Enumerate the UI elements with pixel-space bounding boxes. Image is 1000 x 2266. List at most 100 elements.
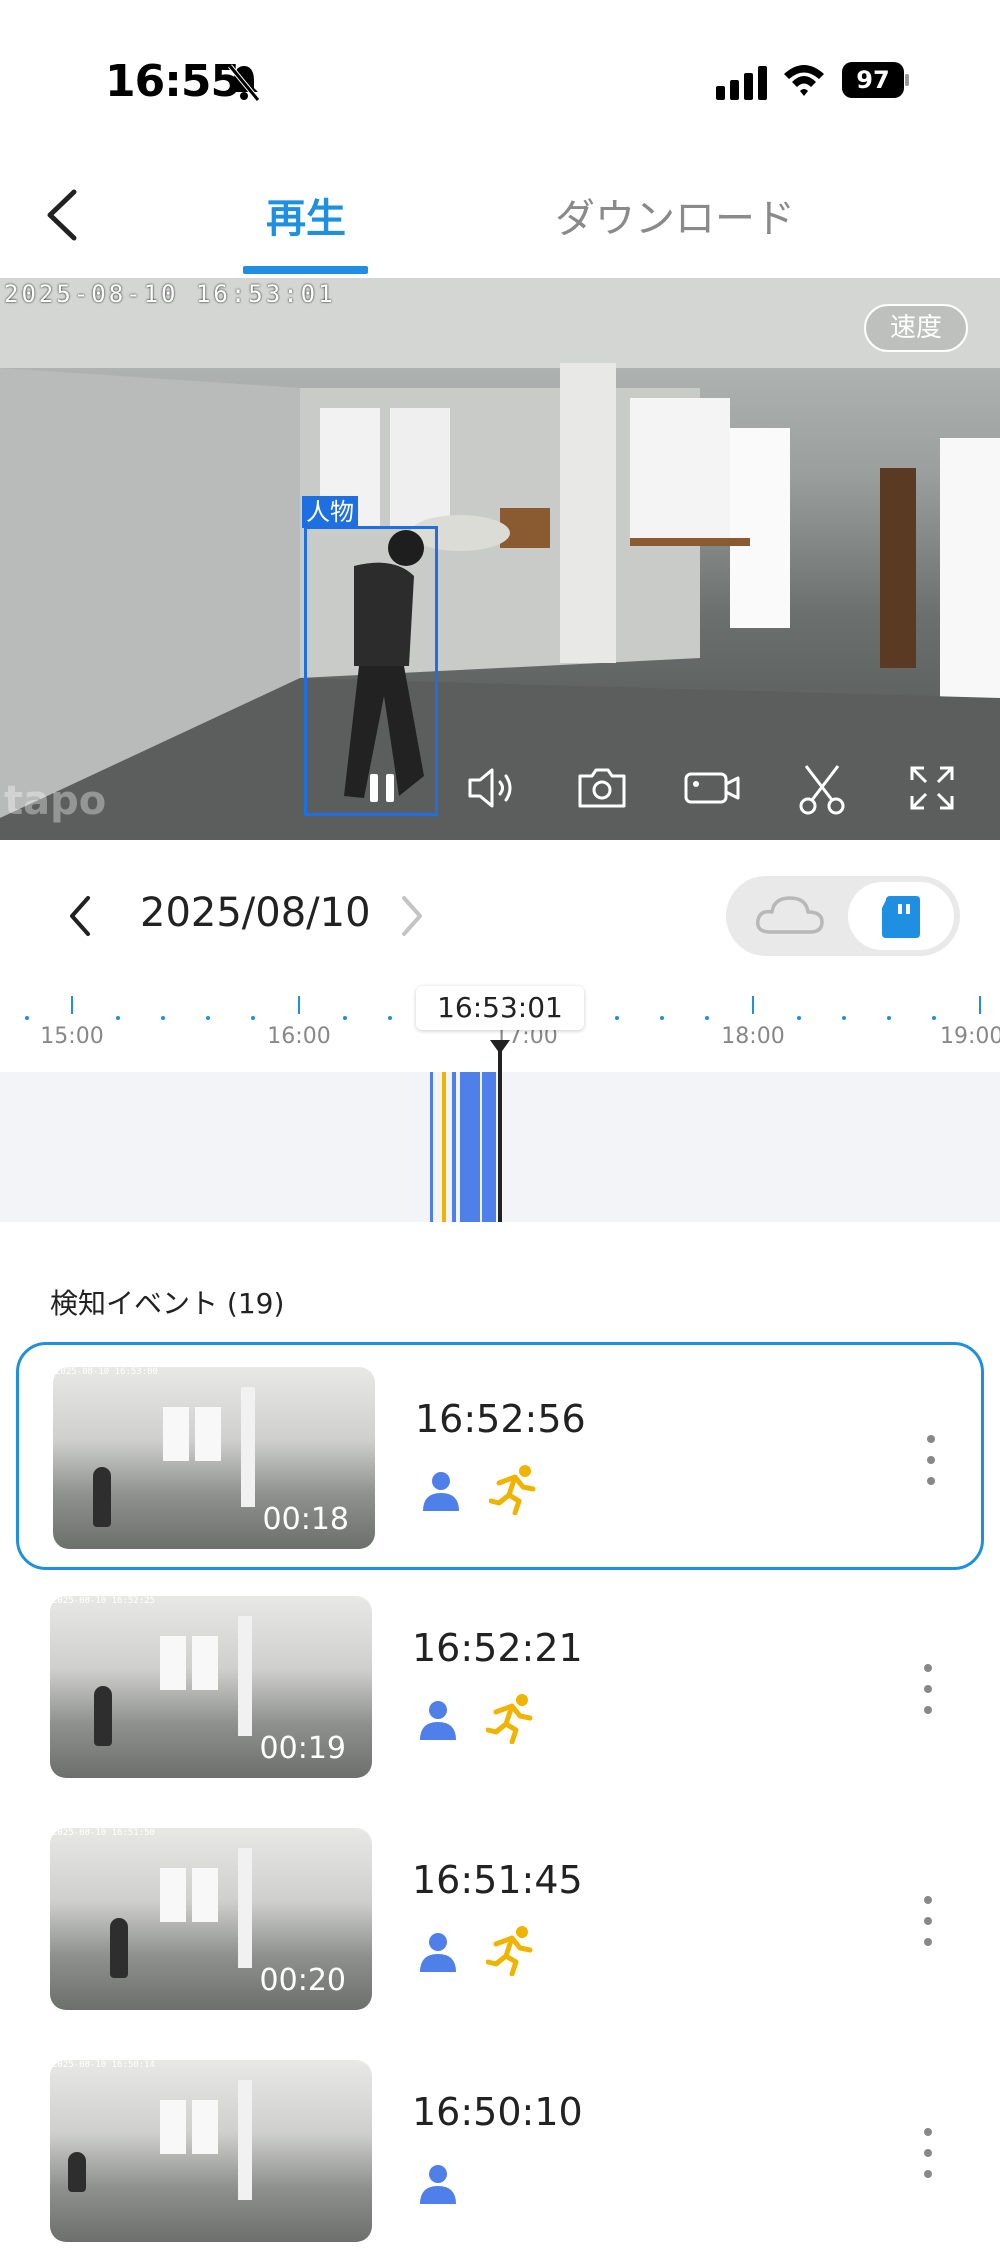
tab-playback[interactable]: 再生: [236, 186, 376, 244]
next-day-button[interactable]: [392, 888, 432, 944]
thumbnail-window: [163, 1407, 189, 1461]
pause-icon[interactable]: [352, 758, 412, 818]
video-player[interactable]: 2025-08-10 16:53:01 速度 人物 tapo: [0, 278, 1000, 840]
thumbnail-pillar: [238, 1616, 252, 1736]
timeline-minor-tick: [206, 1016, 210, 1020]
person-icon: [420, 1933, 456, 1972]
events-title: 検知イベント (19): [50, 1287, 285, 1320]
bell-muted-icon: [228, 64, 260, 102]
event-thumbnail[interactable]: 2025-08-10 16:52:25 00:19: [50, 1596, 372, 1778]
timeline-minor-tick: [343, 1016, 347, 1020]
event-item[interactable]: 2025-08-10 16:51:50 00:20 16:51:45: [16, 1806, 984, 2034]
more-options-icon[interactable]: [916, 1662, 940, 1716]
current-time-bubble: 16:53:01: [416, 986, 584, 1030]
thumbnail-person: [94, 1686, 112, 1746]
timeline-minor-tick: [932, 1016, 936, 1020]
timeline-minor-tick: [25, 1016, 29, 1020]
back-button[interactable]: [36, 180, 86, 250]
recording-segment: [430, 1072, 433, 1222]
event-thumbnail[interactable]: 2025-08-10 16:53:00 00:18: [53, 1367, 375, 1549]
cellular-signal-icon: [716, 66, 767, 100]
tapo-watermark: tapo: [4, 778, 107, 824]
more-options-icon[interactable]: [916, 1894, 940, 1948]
wifi-icon: [784, 65, 824, 96]
cloud-icon[interactable]: [750, 888, 830, 944]
detection-label: 人物: [302, 496, 358, 528]
current-date[interactable]: 2025/08/10: [140, 890, 371, 936]
thumbnail-pillar: [241, 1387, 255, 1507]
recording-segment: [452, 1072, 456, 1222]
thumbnail-timestamp: 2025-08-10 16:50:14: [52, 2060, 155, 2070]
thumbnail-timestamp: 2025-08-10 16:53:00: [55, 1367, 158, 1377]
motion-icon: [489, 1465, 536, 1515]
timeline-minor-tick: [842, 1016, 846, 1020]
thumbnail-pillar: [238, 2080, 252, 2200]
event-duration: 00:18: [262, 1502, 349, 1537]
event-time: 16:52:56: [415, 1397, 586, 1441]
timeline-minor-tick: [388, 1016, 392, 1020]
timeline-major-tick: [298, 996, 300, 1014]
person-icon: [420, 2165, 456, 2204]
thumbnail-window: [192, 2100, 218, 2154]
previous-day-button[interactable]: [60, 888, 100, 944]
event-item[interactable]: 2025-08-10 16:53:00 00:18 16:52:56: [16, 1342, 984, 1570]
battery-indicator: 97: [842, 62, 910, 98]
event-item[interactable]: 2025-08-10 16:52:25 00:19 16:52:21: [16, 1574, 984, 1802]
event-time: 16:50:10: [412, 2090, 583, 2134]
speed-button[interactable]: 速度: [864, 304, 968, 352]
person-icon: [420, 1701, 456, 1740]
person-icon: [423, 1472, 459, 1511]
event-duration: 00:19: [259, 1731, 346, 1766]
thumbnail-person: [93, 1467, 111, 1527]
motion-icon: [486, 1694, 533, 1744]
timeline-major-tick: [979, 996, 981, 1014]
thumbnail-window: [160, 2100, 186, 2154]
volume-icon[interactable]: [462, 758, 522, 818]
thumbnail-window: [192, 1636, 218, 1690]
status-bar: 16:55 97: [0, 0, 1000, 160]
timeline-minor-tick: [705, 1016, 709, 1020]
video-timestamp: 2025-08-10 16:53:01: [4, 280, 336, 308]
tab-download[interactable]: ダウンロード: [540, 186, 810, 244]
timeline-playhead[interactable]: [498, 1040, 502, 1222]
scissors-icon[interactable]: [792, 758, 852, 818]
fullscreen-icon[interactable]: [902, 758, 962, 818]
timeline-major-tick: [71, 996, 73, 1014]
battery-level: 97: [842, 62, 904, 98]
motion-icon: [486, 1926, 533, 1976]
event-time: 16:52:21: [412, 1626, 583, 1670]
timeline-minor-tick: [251, 1016, 255, 1020]
thumbnail-window: [160, 1636, 186, 1690]
event-duration: 00:20: [259, 1963, 346, 1998]
timeline-minor-tick: [660, 1016, 664, 1020]
thumbnail-window: [160, 1868, 186, 1922]
battery-nub: [905, 74, 909, 86]
timeline-label: 16:00: [267, 1024, 331, 1049]
thumbnail-pillar: [238, 1848, 252, 1968]
more-options-icon[interactable]: [919, 1433, 943, 1487]
timeline-minor-tick: [615, 1016, 619, 1020]
event-thumbnail[interactable]: 2025-08-10 16:51:50 00:20: [50, 1828, 372, 2010]
camera-icon[interactable]: [572, 758, 632, 818]
motion-segment: [442, 1072, 446, 1222]
timeline-minor-tick: [797, 1016, 801, 1020]
sd-card-option[interactable]: [848, 882, 954, 950]
event-item[interactable]: 2025-08-10 16:50:14 16:50:10: [16, 2038, 984, 2266]
timeline-label: 19:00: [940, 1024, 1000, 1049]
record-icon[interactable]: [682, 758, 742, 818]
video-frame: [0, 278, 1000, 840]
timeline-label: 15:00: [40, 1024, 104, 1049]
status-time: 16:55: [105, 56, 241, 107]
more-options-icon[interactable]: [916, 2126, 940, 2180]
active-tab-indicator: [243, 266, 368, 274]
sd-card-icon: [882, 896, 920, 938]
thumbnail-person: [68, 2152, 86, 2192]
recording-segment: [460, 1072, 480, 1222]
playhead-marker-icon: [490, 1040, 510, 1054]
thumbnail-person: [110, 1918, 128, 1978]
event-thumbnail[interactable]: 2025-08-10 16:50:14: [50, 2060, 372, 2242]
storage-source-toggle[interactable]: [726, 876, 960, 956]
timeline-label: 18:00: [721, 1024, 785, 1049]
thumbnail-window: [195, 1407, 221, 1461]
recording-segment: [482, 1072, 496, 1222]
